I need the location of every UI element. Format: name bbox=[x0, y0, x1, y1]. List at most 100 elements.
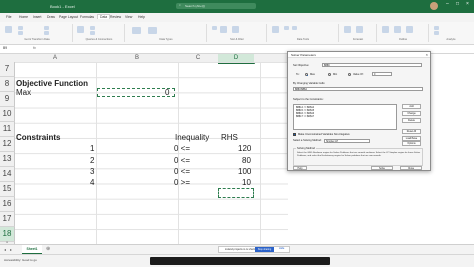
changing-cells-field[interactable]: $B$3:$B$4 bbox=[293, 87, 423, 91]
search-icon: ⌕ bbox=[179, 3, 181, 7]
sort-asc-icon[interactable] bbox=[212, 26, 217, 30]
from-text-icon[interactable] bbox=[18, 26, 23, 30]
row-header[interactable]: 18 bbox=[0, 227, 15, 242]
stocks-icon[interactable] bbox=[132, 27, 141, 34]
row-header[interactable]: 12 bbox=[0, 137, 15, 152]
delete-button[interactable]: Delete bbox=[402, 118, 421, 123]
method-select[interactable]: Simplex LP bbox=[324, 139, 370, 143]
tab-home[interactable]: Home bbox=[19, 15, 28, 19]
max-value: 0 bbox=[165, 88, 170, 97]
group-label: Analyze bbox=[446, 38, 456, 41]
currencies-icon[interactable] bbox=[148, 27, 157, 34]
tab-data[interactable]: Data bbox=[97, 14, 111, 19]
subtotal-icon[interactable] bbox=[406, 26, 413, 33]
group-icon[interactable] bbox=[382, 26, 389, 33]
existing-connections-icon[interactable] bbox=[44, 31, 49, 35]
minimize-icon[interactable]: – bbox=[446, 1, 449, 7]
reset-all-button[interactable]: Reset All bbox=[402, 129, 421, 134]
row-header[interactable]: 8 bbox=[0, 77, 15, 92]
data-analysis-icon[interactable] bbox=[434, 26, 439, 30]
fx-icon[interactable]: fx bbox=[33, 46, 36, 50]
group-label: Data Tools bbox=[296, 38, 310, 41]
constraint-2-rhs: 80 bbox=[242, 156, 251, 165]
selected-cell-d18[interactable] bbox=[218, 188, 254, 198]
text-to-columns-icon[interactable] bbox=[272, 26, 279, 33]
tab-formulas[interactable]: Formulas bbox=[80, 15, 94, 19]
group-label: Forecast bbox=[352, 38, 364, 41]
constraint-1-sign: 0 <= bbox=[174, 144, 191, 153]
forecast-sheet-icon[interactable] bbox=[356, 26, 363, 33]
to-label: To: bbox=[296, 73, 300, 76]
sort-icon[interactable] bbox=[220, 26, 227, 33]
what-if-icon[interactable] bbox=[344, 26, 351, 33]
filter-icon[interactable] bbox=[232, 26, 239, 33]
value-of-radio[interactable] bbox=[348, 73, 351, 76]
change-button[interactable]: Change bbox=[402, 111, 421, 116]
prev-sheet-icon[interactable]: ◂ bbox=[4, 247, 6, 252]
constraint-2-sign: 0 <= bbox=[174, 156, 191, 165]
add-sheet-icon[interactable]: ⊕ bbox=[46, 246, 50, 252]
ungroup-icon[interactable] bbox=[394, 26, 401, 33]
group-forecast: Forecast bbox=[340, 24, 377, 42]
group-get-transform: Get & Transform Data bbox=[2, 24, 73, 42]
constraints-label: Constraints bbox=[16, 133, 61, 142]
row-header[interactable]: 16 bbox=[0, 197, 15, 212]
unconstrained-checkbox[interactable] bbox=[293, 133, 296, 136]
row-header[interactable]: 9 bbox=[0, 92, 15, 107]
group-label: Outline bbox=[398, 38, 408, 41]
row-header[interactable]: 17 bbox=[0, 212, 15, 227]
remove-duplicates-icon[interactable] bbox=[292, 26, 297, 30]
row-header[interactable]: 15 bbox=[0, 182, 15, 197]
tab-page-layout[interactable]: Page Layout bbox=[59, 15, 78, 19]
set-objective-field[interactable]: $B$9 bbox=[322, 63, 422, 67]
row-header[interactable]: 11 bbox=[0, 122, 15, 137]
set-objective-label: Set Objective: bbox=[293, 64, 310, 67]
close-window-icon[interactable]: × bbox=[466, 1, 469, 7]
max-radio[interactable] bbox=[305, 73, 308, 76]
properties-icon[interactable] bbox=[90, 31, 95, 35]
row-header[interactable]: 13 bbox=[0, 152, 15, 167]
constraint-3-id: 3 bbox=[90, 167, 95, 176]
row-header[interactable]: 14 bbox=[0, 167, 15, 182]
constraint-4-id: 4 bbox=[90, 178, 95, 187]
tab-draw[interactable]: Draw bbox=[47, 15, 55, 19]
constraints-list[interactable]: $B$14 <= $D$14 $B$15 <= $D$15 $B$16 <= $… bbox=[293, 104, 397, 130]
queries-icon[interactable] bbox=[90, 26, 95, 30]
tab-view[interactable]: View bbox=[125, 15, 132, 19]
maximize-icon[interactable]: □ bbox=[456, 1, 459, 7]
unconstrained-label: Make Unconstrained Variables Non-Negativ… bbox=[298, 133, 350, 136]
recent-sources-icon[interactable] bbox=[44, 26, 49, 30]
solver-icon[interactable] bbox=[434, 31, 439, 35]
close-icon[interactable]: × bbox=[426, 52, 428, 58]
min-option-label: Min bbox=[333, 73, 338, 76]
row-header[interactable]: 7 bbox=[0, 62, 15, 77]
list-item[interactable]: $B$17 >= $D$17 bbox=[296, 115, 314, 118]
name-box[interactable]: B9 bbox=[3, 46, 27, 52]
flash-fill-icon[interactable] bbox=[284, 26, 289, 30]
row-header[interactable]: 10 bbox=[0, 107, 15, 122]
hide-button[interactable]: Hide bbox=[279, 247, 284, 250]
from-web-icon[interactable] bbox=[18, 31, 23, 35]
tab-review[interactable]: Review bbox=[110, 15, 121, 19]
options-button[interactable]: Options bbox=[402, 141, 421, 146]
help-button[interactable]: Help bbox=[293, 166, 307, 170]
value-of-field[interactable]: 0 bbox=[372, 72, 392, 76]
add-button[interactable]: Add bbox=[402, 104, 421, 109]
objective-function-label: Objective Function bbox=[16, 79, 89, 88]
objective-cell[interactable] bbox=[97, 88, 175, 97]
tab-help[interactable]: Help bbox=[138, 15, 145, 19]
inequality-header: Inequality bbox=[175, 133, 210, 142]
next-sheet-icon[interactable]: ▸ bbox=[10, 247, 12, 252]
get-data-icon[interactable] bbox=[5, 26, 12, 33]
min-radio[interactable] bbox=[328, 73, 331, 76]
value-of-label: Value Of: bbox=[353, 73, 364, 76]
stop-sharing-button[interactable]: Stop sharing bbox=[255, 247, 274, 252]
avatar[interactable] bbox=[430, 2, 438, 10]
search-box[interactable]: ⌕ Search (Alt+Q) bbox=[176, 3, 256, 9]
method-group-label: Solving Method bbox=[296, 147, 316, 150]
tab-insert[interactable]: Insert bbox=[33, 15, 41, 19]
close-button[interactable]: Close bbox=[400, 166, 422, 170]
refresh-all-icon[interactable] bbox=[77, 26, 84, 33]
solve-button[interactable]: Solve bbox=[371, 166, 393, 170]
tab-file[interactable]: File bbox=[6, 15, 11, 19]
